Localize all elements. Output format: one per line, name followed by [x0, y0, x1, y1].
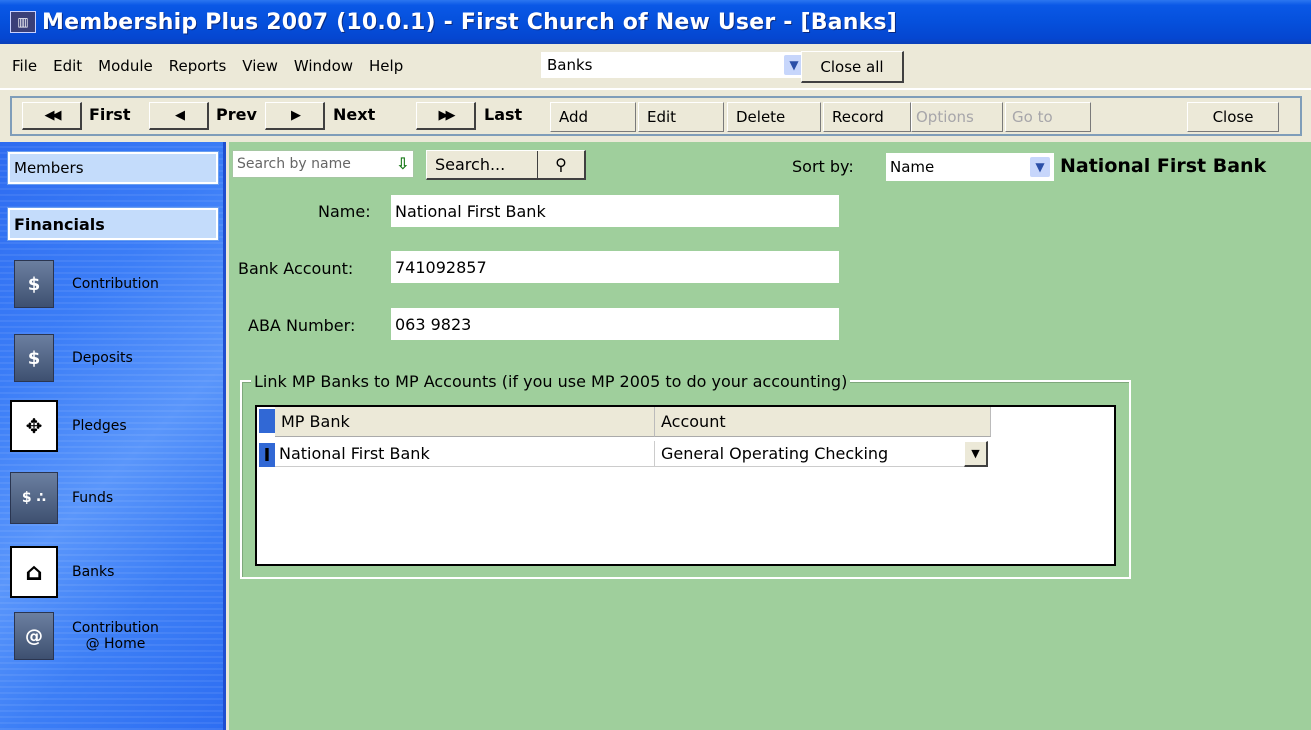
- next-icon: ▶: [291, 108, 301, 123]
- last-label: Last: [484, 105, 523, 124]
- sidebar-item-label: Pledges: [72, 418, 127, 434]
- row-cursor-icon[interactable]: I: [259, 443, 275, 467]
- next-label: Next: [333, 105, 376, 124]
- menu-module[interactable]: Module: [88, 57, 159, 75]
- sidebar-item-deposits[interactable]: $ Deposits: [8, 326, 218, 390]
- search-input[interactable]: Search by name: [232, 150, 414, 178]
- contribution-icon: $: [8, 256, 60, 312]
- sidebar-item-contribution[interactable]: $ Contribution: [8, 252, 218, 316]
- magnifier-icon: ⚲: [555, 155, 567, 174]
- last-record-button[interactable]: ▶▶: [416, 102, 476, 130]
- bank-icon: ⌂: [8, 544, 60, 600]
- first-icon: ◀◀: [44, 108, 62, 123]
- first-label: First: [89, 105, 131, 124]
- link-accounts-title: Link MP Banks to MP Accounts (if you use…: [251, 372, 851, 391]
- close-all-button[interactable]: Close all: [801, 51, 904, 83]
- sidebar-item-contribution-home[interactable]: @ Contribution @ Home: [8, 604, 218, 668]
- sidebar-item-label: Deposits: [72, 350, 133, 366]
- search-button-label: Search...: [427, 151, 538, 178]
- sidebar-financials[interactable]: Financials: [7, 207, 219, 241]
- menu-bar: File Edit Module Reports View Window Hel…: [0, 44, 1311, 88]
- menu-view[interactable]: View: [232, 57, 284, 75]
- column-header-mp-bank[interactable]: MP Bank: [275, 407, 655, 437]
- column-header-account[interactable]: Account: [655, 407, 991, 437]
- sidebar-members[interactable]: Members: [7, 151, 219, 185]
- table-cell-account[interactable]: General Operating Checking: [655, 441, 965, 467]
- sidebar-item-label: Contribution: [72, 276, 159, 292]
- sort-select[interactable]: Name ▼: [886, 153, 1054, 181]
- sidebar-item-pledges[interactable]: ✥ Pledges: [8, 394, 218, 458]
- menu-edit[interactable]: Edit: [43, 57, 88, 75]
- window-title: Membership Plus 2007 (10.0.1) - First Ch…: [42, 9, 897, 35]
- module-select-value: Banks: [547, 56, 593, 74]
- menu-window[interactable]: Window: [284, 57, 359, 75]
- goto-button[interactable]: Go to: [1005, 102, 1091, 132]
- edit-button[interactable]: Edit: [638, 102, 724, 132]
- module-select[interactable]: Banks ▼: [541, 52, 811, 78]
- add-button[interactable]: Add: [550, 102, 636, 132]
- aba-number-field[interactable]: 063 9823: [391, 308, 839, 340]
- bank-account-field[interactable]: 741092857: [391, 251, 839, 283]
- sidebar-item-label: Banks: [72, 564, 115, 580]
- menu-help[interactable]: Help: [359, 57, 409, 75]
- sidebar-item-funds[interactable]: $ ∴ Funds: [8, 466, 218, 530]
- pledges-icon: ✥: [8, 398, 60, 454]
- record-title: National First Bank: [1060, 155, 1267, 177]
- prev-record-button[interactable]: ◀: [149, 102, 209, 130]
- name-field[interactable]: National First Bank: [391, 195, 839, 227]
- search-button[interactable]: Search... ⚲: [426, 150, 586, 180]
- chevron-down-icon[interactable]: ▼: [1030, 157, 1050, 177]
- table-cell-bank[interactable]: National First Bank: [275, 441, 655, 467]
- app-icon[interactable]: ▥: [10, 11, 36, 33]
- record-button[interactable]: Record: [823, 102, 911, 132]
- first-record-button[interactable]: ◀◀: [22, 102, 82, 130]
- delete-button[interactable]: Delete: [727, 102, 821, 132]
- chevron-down-icon[interactable]: ▼: [964, 441, 988, 467]
- prev-icon: ◀: [175, 108, 185, 123]
- deposits-icon: $: [8, 330, 60, 386]
- sidebar-item-label: Contribution @ Home: [72, 620, 159, 652]
- menu-reports[interactable]: Reports: [159, 57, 233, 75]
- bank-account-label: Bank Account:: [238, 259, 354, 278]
- last-icon: ▶▶: [438, 108, 456, 123]
- next-record-button[interactable]: ▶: [265, 102, 325, 130]
- contribution-home-icon: @: [8, 608, 60, 664]
- funds-icon: $ ∴: [8, 470, 60, 526]
- title-bar: ▥ Membership Plus 2007 (10.0.1) - First …: [0, 0, 1311, 44]
- options-button[interactable]: Options: [911, 102, 1003, 132]
- sidebar-item-label: Funds: [72, 490, 114, 506]
- sort-label: Sort by:: [792, 157, 854, 176]
- sort-select-value: Name: [890, 158, 935, 176]
- menu-file[interactable]: File: [0, 57, 43, 75]
- prev-label: Prev: [216, 105, 257, 124]
- close-button[interactable]: Close: [1187, 102, 1279, 132]
- arrow-down-icon[interactable]: ⇩: [396, 154, 409, 173]
- bank-account-grid: MP Bank Account I National First Bank Ge…: [255, 405, 1116, 566]
- row-selector-header[interactable]: [259, 409, 275, 433]
- name-label: Name:: [318, 202, 371, 221]
- aba-number-label: ABA Number:: [248, 316, 356, 335]
- sidebar-item-banks[interactable]: ⌂ Banks: [8, 540, 218, 604]
